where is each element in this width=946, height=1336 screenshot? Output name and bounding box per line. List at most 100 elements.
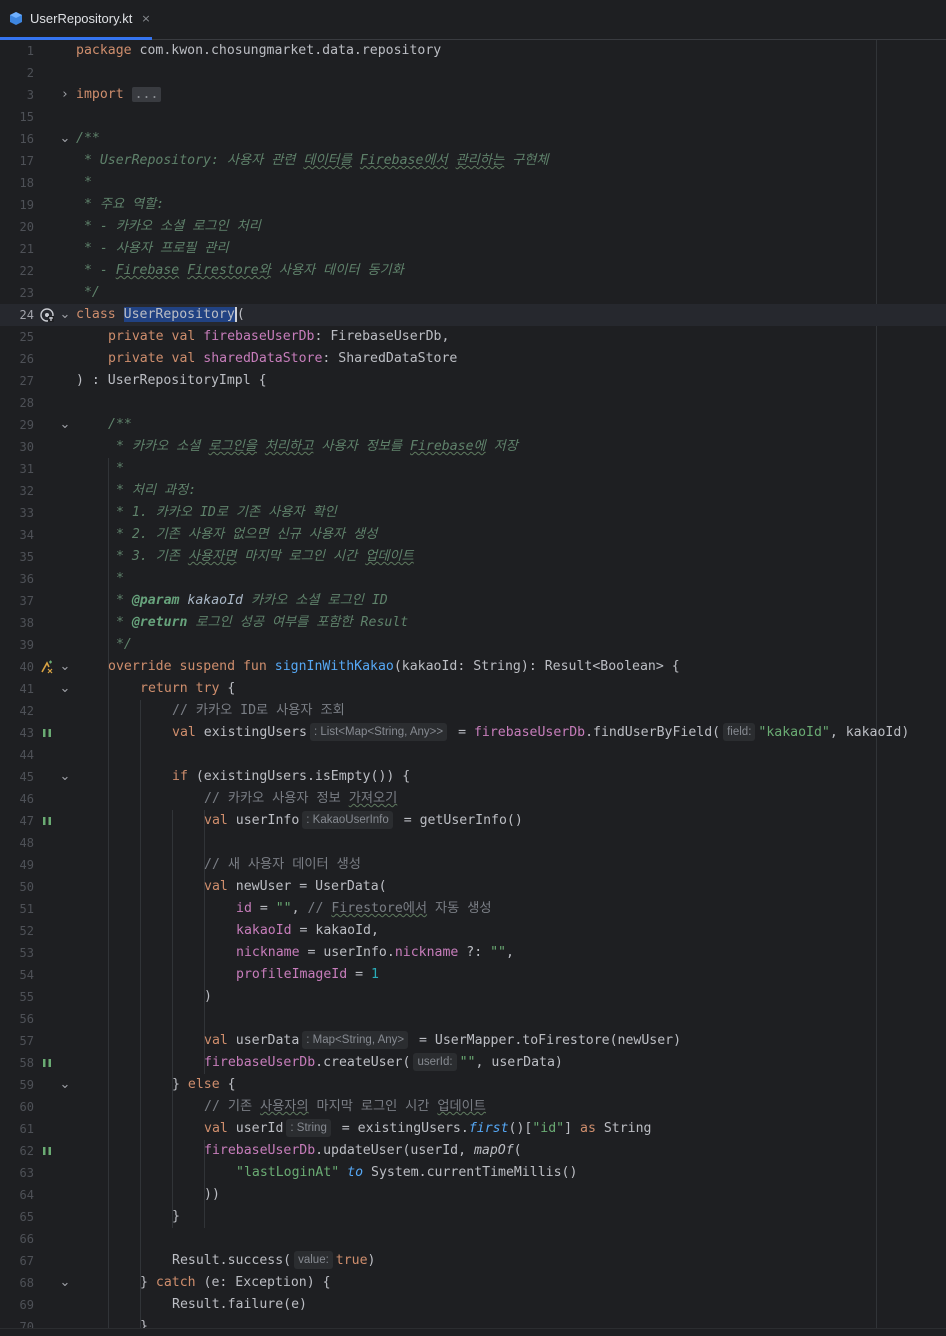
code-line: 64 )) [0,1184,946,1206]
type-hint: : Map<String, Any> [302,1031,409,1049]
type-hint: : List<Map<String, Any>> [309,723,448,741]
code-line: 58 firebaseUserDb.createUser(userId: "", … [0,1052,946,1074]
code-text: package com.kwon.chosungmarket.data.repo… [76,43,442,58]
line-number: 24 [19,308,34,322]
tab-userrepository-kt[interactable]: UserRepository.kt × [0,0,152,40]
code-text: ) [204,989,212,1004]
code-line: 16 ⌄ /** [0,128,946,150]
code-text: * 주요 역할: [76,197,165,212]
line-number: 32 [19,484,34,498]
line-number: 15 [19,110,34,124]
code-line: 36 * [0,568,946,590]
code-line: 40 ⌄ override suspend fun signInWithKaka… [0,656,946,678]
code-text: * 2. 기존 사용자 없으면 신규 사용자 생성 [108,527,378,542]
line-number: 16 [19,132,34,146]
fold-chevron-icon[interactable]: ⌄ [58,414,72,436]
param-hint: field: [723,723,756,741]
code-text: * [108,461,124,476]
code-text: profileImageId = 1 [236,967,379,982]
code-text: class UserRepository( [76,307,245,322]
code-line: 15 [0,106,946,128]
code-text: Result.success(value: true) [172,1251,376,1269]
suspend-call-icon [43,729,51,737]
code-line: 38 * @return 로그인 성공 여부를 포함한 Result [0,612,946,634]
code-line: 21 * - 사용자 프로필 관리 [0,238,946,260]
code-text: * 카카오 소셜 로그인을 처리하고 사용자 정보를 Firebase에 저장 [108,439,518,454]
override-suspend-function-icon[interactable] [40,660,54,674]
line-number: 22 [19,264,34,278]
code-line: 61 val userId: String = existingUsers.fi… [0,1118,946,1140]
code-text: * @param kakaoId 카카오 소셜 로그인 ID [108,593,388,608]
code-text: * [108,571,124,586]
fold-chevron-icon[interactable]: ⌄ [58,656,72,678]
code-line: 29 ⌄ /** [0,414,946,436]
expand-chevron-icon[interactable]: › [58,84,72,106]
code-text: kakaoId = kakaoId, [236,923,379,938]
code-line: 51 id = "", // Firestore에서 자동 생성 [0,898,946,920]
code-line: 70 } [0,1316,946,1328]
code-line: 47 val userInfo: KakaoUserInfo = getUser… [0,810,946,832]
code-text: // 기존 사용자의 마지막 로그인 시간 업데이트 [204,1099,486,1114]
kotlin-file-icon [10,12,22,25]
folded-imports-placeholder[interactable]: ... [131,87,162,102]
line-number: 33 [19,506,34,520]
line-number: 59 [19,1078,34,1092]
editor-tab-bar: UserRepository.kt × [0,0,946,40]
fold-chevron-icon[interactable]: ⌄ [58,304,72,326]
line-number: 25 [19,330,34,344]
suspend-call-icon [43,1059,51,1067]
fold-chevron-icon[interactable]: ⌄ [58,128,72,150]
line-number: 19 [19,198,34,212]
close-tab-icon[interactable]: × [141,12,150,25]
selected-class-name[interactable]: UserRepository [123,307,237,322]
line-number: 50 [19,880,34,894]
fold-chevron-icon[interactable]: ⌄ [58,1272,72,1294]
code-line: 28 [0,392,946,414]
line-number: 39 [19,638,34,652]
line-number: 36 [19,572,34,586]
code-line: 23 */ [0,282,946,304]
suspend-call-icon [43,817,51,825]
code-text: // 새 사용자 데이터 생성 [204,857,361,872]
line-number: 31 [19,462,34,476]
horizontal-scrollbar[interactable] [0,1328,946,1336]
code-text: } else { [172,1077,236,1092]
code-text: * [76,175,92,190]
line-number: 42 [19,704,34,718]
code-line: 60 // 기존 사용자의 마지막 로그인 시간 업데이트 [0,1096,946,1118]
class-hierarchy-icon[interactable] [40,308,54,322]
code-text: firebaseUserDb.createUser(userId: "", use… [204,1053,563,1071]
code-editor[interactable]: 1 package com.kwon.chosungmarket.data.re… [0,40,946,1328]
code-line: 30 * 카카오 소셜 로그인을 처리하고 사용자 정보를 Firebase에 … [0,436,946,458]
fold-chevron-icon[interactable]: ⌄ [58,678,72,700]
code-text: val newUser = UserData( [204,879,387,894]
current-code-line: 24 ⌄ class UserRepository( [0,304,946,326]
code-text: firebaseUserDb.updateUser(userId, mapOf( [204,1143,522,1158]
code-text: * - 카카오 소셜 로그인 처리 [76,219,261,234]
code-line: 57 val userData: Map<String, Any> = User… [0,1030,946,1052]
code-line: 55 ) [0,986,946,1008]
type-hint: : KakaoUserInfo [302,811,393,829]
line-number: 58 [19,1056,34,1070]
type-hint: : String [286,1119,331,1137]
line-number: 63 [19,1166,34,1180]
line-number: 53 [19,946,34,960]
code-text: */ [108,637,132,652]
code-line: 31 * [0,458,946,480]
code-line: 62 firebaseUserDb.updateUser(userId, map… [0,1140,946,1162]
code-line: 56 [0,1008,946,1030]
code-text: import ... [76,84,162,106]
code-line: 65 } [0,1206,946,1228]
code-line: 32 * 처리 과정: [0,480,946,502]
code-text: * 처리 과정: [108,483,197,498]
code-text: * 1. 카카오 ID로 기존 사용자 확인 [108,505,337,520]
code-line: 2 [0,62,946,84]
fold-chevron-icon[interactable]: ⌄ [58,1074,72,1096]
param-hint: userId: [413,1053,457,1071]
fold-chevron-icon[interactable]: ⌄ [58,766,72,788]
code-line: 53 nickname = userInfo.nickname ?: "", [0,942,946,964]
code-text: * @return 로그인 성공 여부를 포함한 Result [108,615,409,630]
code-text: val existingUsers: List<Map<String, Any>… [172,723,910,741]
code-text: Result.failure(e) [172,1297,307,1312]
line-number: 20 [19,220,34,234]
